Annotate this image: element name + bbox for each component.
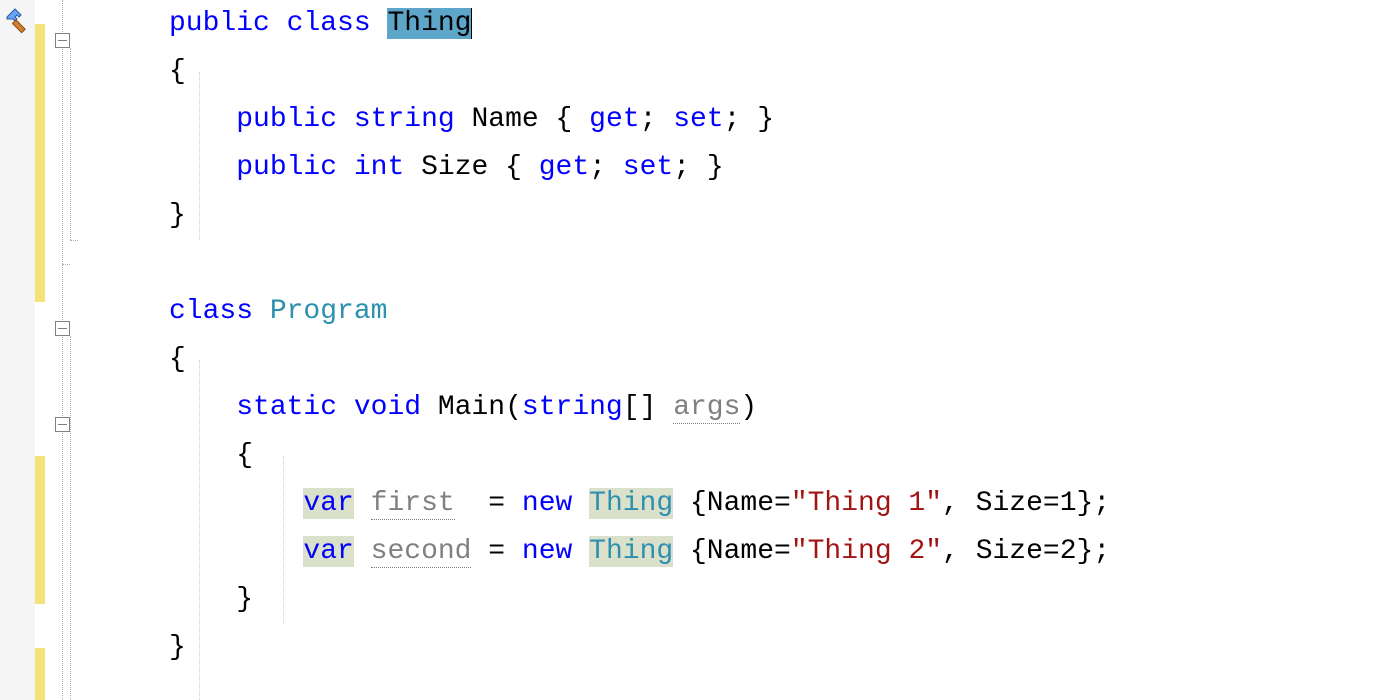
code-line[interactable] bbox=[85, 240, 1400, 288]
selected-identifier[interactable]: Thing bbox=[387, 8, 472, 39]
code-line[interactable]: static void Main(string[] args) bbox=[85, 384, 1400, 432]
code-line[interactable]: } bbox=[85, 576, 1400, 624]
code-area[interactable]: public class Thing { public string Name … bbox=[85, 0, 1400, 700]
fold-toggle-icon[interactable] bbox=[55, 321, 70, 336]
code-line[interactable]: public class Thing bbox=[85, 0, 1400, 48]
code-line[interactable]: } bbox=[85, 624, 1400, 672]
unused-variable: first bbox=[371, 488, 455, 520]
reference-highlight: Thing bbox=[589, 488, 673, 519]
code-line[interactable]: public string Name { get; set; } bbox=[85, 96, 1400, 144]
code-line[interactable]: } bbox=[85, 192, 1400, 240]
code-line[interactable]: var first = new Thing {Name="Thing 1", S… bbox=[85, 480, 1400, 528]
gutter bbox=[0, 0, 85, 700]
build-hammer-icon[interactable] bbox=[4, 8, 32, 36]
code-line[interactable]: public int Size { get; set; } bbox=[85, 144, 1400, 192]
code-line[interactable]: { bbox=[85, 48, 1400, 96]
fold-toggle-icon[interactable] bbox=[55, 417, 70, 432]
unused-parameter: args bbox=[673, 392, 740, 424]
code-line[interactable]: class Program bbox=[85, 288, 1400, 336]
reference-highlight: Thing bbox=[589, 536, 673, 567]
code-line[interactable]: { bbox=[85, 336, 1400, 384]
code-editor[interactable]: public class Thing { public string Name … bbox=[0, 0, 1400, 700]
unused-variable: second bbox=[371, 536, 472, 568]
code-line[interactable]: var second = new Thing {Name="Thing 2", … bbox=[85, 528, 1400, 576]
code-line[interactable]: { bbox=[85, 432, 1400, 480]
glyph-margin bbox=[0, 0, 35, 700]
fold-column bbox=[45, 0, 85, 700]
change-bar bbox=[35, 0, 45, 700]
fold-toggle-icon[interactable] bbox=[55, 33, 70, 48]
